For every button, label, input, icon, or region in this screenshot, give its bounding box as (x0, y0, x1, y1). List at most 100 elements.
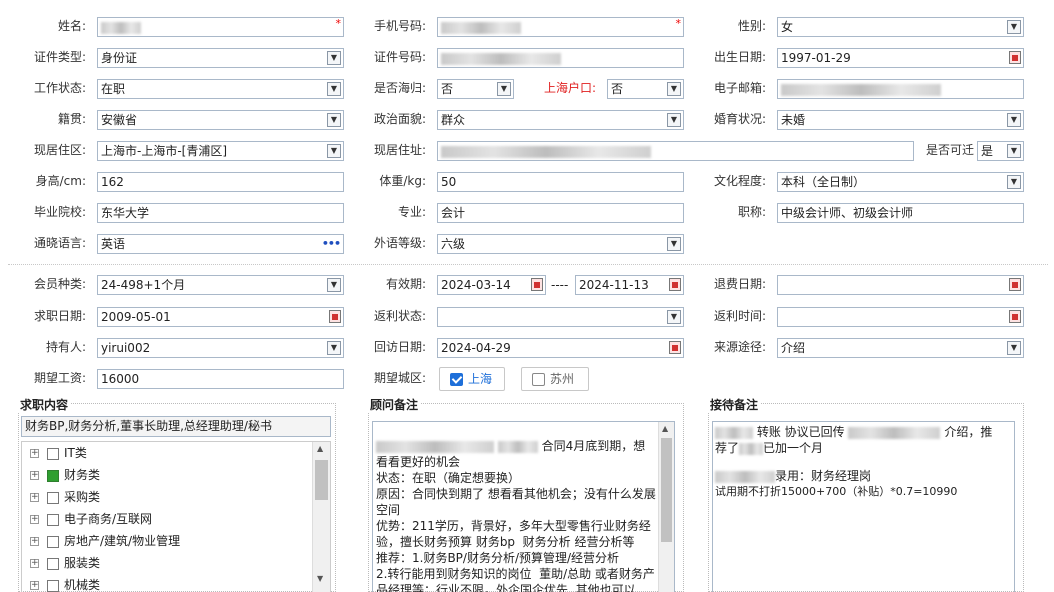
tree-item-purchasing[interactable]: + 采购类 (30, 486, 100, 508)
chevron-down-icon[interactable]: ▼ (497, 82, 511, 96)
rebate-time-label: 返利时间: (713, 309, 766, 323)
political-select[interactable]: 群众 ▼ (437, 110, 684, 130)
scroll-up-icon[interactable]: ▲ (662, 424, 668, 433)
calendar-icon[interactable] (1009, 310, 1021, 323)
consultant-notes-textarea[interactable]: 合同4月底到期，想 看看更好的机会 状态：在职（确定想要换） 原因：合同快到期了… (372, 421, 675, 592)
school-input[interactable]: 东华大学 (97, 203, 344, 223)
marital-label: 婚育状况: (713, 112, 766, 126)
job-date-input[interactable]: 2009-05-01 (97, 307, 344, 327)
email-input[interactable] (777, 79, 1024, 99)
tree-item-machinery[interactable]: + 机械类 (30, 574, 100, 592)
job-category-tree[interactable]: + IT类 + 财务类 + 采购类 + 电子商务/互联网 + 房地产/建筑/物业管理 + 服… (21, 441, 331, 592)
city-suzhou-checkbox[interactable]: 苏州 (521, 367, 589, 391)
calendar-icon[interactable] (669, 278, 681, 291)
chevron-down-icon[interactable]: ▼ (327, 82, 341, 96)
foreign-level-select[interactable]: 六级 ▼ (437, 234, 684, 254)
consultant-notes-scrollbar[interactable]: ▲ (658, 422, 674, 592)
expand-icon[interactable]: + (30, 537, 39, 546)
chevron-down-icon[interactable]: ▼ (327, 341, 341, 355)
calendar-icon[interactable] (1009, 51, 1021, 64)
more-icon[interactable]: ••• (322, 235, 341, 253)
tree-item-realestate[interactable]: + 房地产/建筑/物业管理 (30, 530, 180, 552)
checkbox-icon[interactable] (47, 535, 59, 548)
id-type-select[interactable]: 身份证 ▼ (97, 48, 344, 68)
rebate-time-input[interactable] (777, 307, 1024, 327)
job-content-title: 求职内容 (18, 396, 71, 413)
address-input[interactable] (437, 141, 914, 161)
major-input[interactable]: 会计 (437, 203, 684, 223)
chevron-down-icon[interactable]: ▼ (667, 237, 681, 251)
visit-date-input[interactable]: 2024-04-29 (437, 338, 684, 358)
scroll-up-icon[interactable]: ▲ (317, 444, 323, 453)
chevron-down-icon[interactable]: ▼ (327, 113, 341, 127)
title-input[interactable]: 中级会计师、初级会计师 (777, 203, 1024, 223)
chevron-down-icon[interactable]: ▼ (667, 310, 681, 324)
chevron-down-icon[interactable]: ▼ (667, 113, 681, 127)
expand-icon[interactable]: + (30, 581, 39, 590)
marital-select[interactable]: 未婚 ▼ (777, 110, 1024, 130)
chevron-down-icon[interactable]: ▼ (667, 82, 681, 96)
source-select[interactable]: 介绍 ▼ (777, 338, 1024, 358)
city-shanghai-label: 上海 (468, 372, 493, 386)
job-summary-field[interactable]: 财务BP,财务分析,董事长助理,总经理助理/秘书 (21, 416, 331, 437)
scroll-thumb[interactable] (661, 438, 672, 542)
calendar-icon[interactable] (669, 341, 681, 354)
height-input[interactable]: 162 (97, 172, 344, 192)
valid-to-input[interactable]: 2024-11-13 (575, 275, 684, 295)
weight-input[interactable]: 50 (437, 172, 684, 192)
checkbox-icon[interactable] (47, 579, 59, 592)
shanghai-hukou-select[interactable]: 否 ▼ (607, 79, 684, 99)
language-input[interactable]: 英语 ••• (97, 234, 344, 254)
expand-icon[interactable]: + (30, 559, 39, 568)
scroll-down-icon[interactable]: ▼ (317, 574, 323, 583)
education-select[interactable]: 本科（全日制） ▼ (777, 172, 1024, 192)
salary-input[interactable]: 16000 (97, 369, 344, 389)
chevron-down-icon[interactable]: ▼ (1007, 20, 1021, 34)
expand-icon[interactable]: + (30, 493, 39, 502)
tree-item-it[interactable]: + IT类 (30, 442, 87, 464)
chevron-down-icon[interactable]: ▼ (1007, 175, 1021, 189)
relocate-select[interactable]: 是 ▼ (977, 141, 1024, 161)
checkbox-icon[interactable] (47, 491, 59, 504)
birth-date-input[interactable]: 1997-01-29 (777, 48, 1024, 68)
checkbox-icon[interactable] (47, 447, 59, 460)
salary-label: 期望工资: (33, 371, 86, 385)
tree-item-apparel[interactable]: + 服装类 (30, 552, 100, 574)
chevron-down-icon[interactable]: ▼ (327, 144, 341, 158)
chevron-down-icon[interactable]: ▼ (327, 278, 341, 292)
reception-notes-textarea[interactable]: 转账 协议已回传 介绍，推 荐了 已加一个月 录用：财务经理岗 试用期不打折150… (712, 421, 1015, 592)
native-select[interactable]: 安徽省 ▼ (97, 110, 344, 130)
member-type-label: 会员种类: (33, 277, 86, 291)
residence-area-select[interactable]: 上海市-上海市-[青浦区] ▼ (97, 141, 344, 161)
checkbox-checked-icon[interactable] (47, 469, 59, 482)
refund-date-input[interactable] (777, 275, 1024, 295)
calendar-icon[interactable] (531, 278, 543, 291)
expand-icon[interactable]: + (30, 471, 39, 480)
chevron-down-icon[interactable]: ▼ (327, 51, 341, 65)
checkbox-icon[interactable] (47, 557, 59, 570)
tree-item-finance[interactable]: + 财务类 (30, 464, 100, 486)
scroll-thumb[interactable] (315, 460, 328, 500)
chevron-down-icon[interactable]: ▼ (1007, 144, 1021, 158)
work-status-select[interactable]: 在职 ▼ (97, 79, 344, 99)
work-status-label: 工作状态: (33, 81, 86, 95)
calendar-icon[interactable] (1009, 278, 1021, 291)
expand-icon[interactable]: + (30, 515, 39, 524)
phone-input[interactable]: * (437, 17, 684, 37)
overseas-select[interactable]: 否 ▼ (437, 79, 514, 99)
id-number-input[interactable] (437, 48, 684, 68)
valid-from-input[interactable]: 2024-03-14 (437, 275, 546, 295)
chevron-down-icon[interactable]: ▼ (1007, 113, 1021, 127)
rebate-status-select[interactable]: ▼ (437, 307, 684, 327)
member-type-select[interactable]: 24-498+1个月 ▼ (97, 275, 344, 295)
calendar-icon[interactable] (329, 310, 341, 323)
tree-scrollbar[interactable]: ▲ ▼ (312, 442, 330, 592)
gender-select[interactable]: 女 ▼ (777, 17, 1024, 37)
city-shanghai-checkbox[interactable]: 上海 (439, 367, 505, 391)
checkbox-icon[interactable] (47, 513, 59, 526)
holder-select[interactable]: yirui002 ▼ (97, 338, 344, 358)
tree-item-ecommerce[interactable]: + 电子商务/互联网 (30, 508, 152, 530)
chevron-down-icon[interactable]: ▼ (1007, 341, 1021, 355)
name-input[interactable]: * (97, 17, 344, 37)
expand-icon[interactable]: + (30, 449, 39, 458)
